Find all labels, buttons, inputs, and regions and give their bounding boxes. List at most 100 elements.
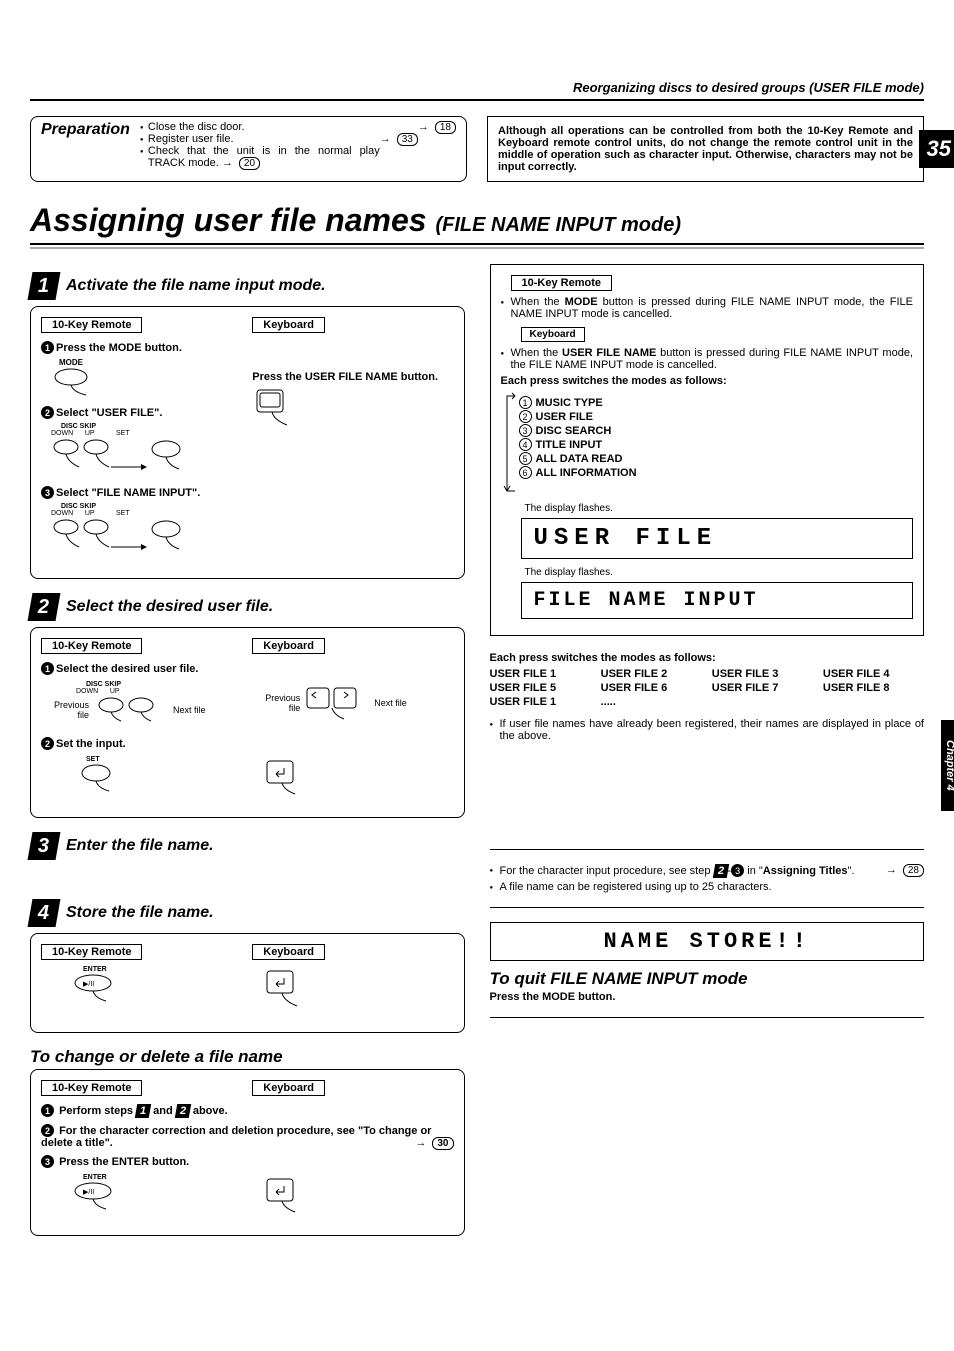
t: TITLE INPUT <box>536 439 603 451</box>
separator <box>490 849 925 850</box>
instr-text: Set the input. <box>56 738 126 750</box>
step3-note2: A file name can be registered using up t… <box>490 881 925 893</box>
enter-key-graphic <box>262 966 453 1014</box>
right-column: 10-Key Remote When the MODE button is pr… <box>490 264 925 1250</box>
t: ". <box>848 865 855 877</box>
step-4-title: Store the file name. <box>66 904 214 922</box>
ten-key-remote-label: 10-Key Remote <box>41 638 142 654</box>
mode-item: 3DISC SEARCH <box>519 424 637 437</box>
lcd-display: USER FILE <box>521 518 914 559</box>
prep-text: Check that the unit is in the normal pla… <box>148 145 380 169</box>
uf: USER FILE 7 <box>712 682 813 694</box>
set-label: SET <box>116 510 130 517</box>
preparation-box: Preparation Close the disc door.→18 Regi… <box>30 116 467 182</box>
step-2-title: Select the desired user file. <box>66 598 273 616</box>
up-label: UP <box>85 430 95 437</box>
up-label: UP <box>85 510 95 517</box>
step-number-icon: 2 <box>28 593 61 621</box>
ten-key-remote-label: 10-Key Remote <box>511 275 612 291</box>
next-file-label: Next file <box>173 705 206 715</box>
user-file-head: Each press switches the modes as follows… <box>490 652 925 664</box>
t: When the <box>511 347 563 359</box>
t: For the character correction and deletio… <box>41 1125 431 1149</box>
up-label: UP <box>110 688 120 695</box>
arrow-icon: → <box>222 157 233 169</box>
chapter-tab: Chapter 4 <box>941 720 954 811</box>
step-3-heading: 3 Enter the file name. <box>30 832 465 860</box>
next-file-label: Next file <box>374 698 407 708</box>
two-column-layout: 1 Activate the file name input mode. 10-… <box>30 264 924 1250</box>
top-row: Preparation Close the disc door.→18 Regi… <box>30 116 924 182</box>
mode-item: 1MUSIC TYPE <box>519 396 637 409</box>
step-number-icon: 1 <box>28 272 61 300</box>
instruction: 2Set the input. <box>41 737 454 750</box>
arrow-icon: → <box>415 1137 426 1149</box>
instruction: 1Press the MODE button. <box>41 341 242 354</box>
ten-key-remote-label: 10-Key Remote <box>41 1080 142 1096</box>
uf: USER FILE 8 <box>823 682 924 694</box>
switch-heading: Each press switches the modes as follows… <box>501 375 914 387</box>
disc-skip-label: DISC SKIP <box>61 423 96 430</box>
keyboard-label: Keyboard <box>521 327 585 342</box>
down-label: DOWN <box>76 688 98 695</box>
mode-item: 5ALL DATA READ <box>519 452 637 465</box>
title-underline <box>30 243 924 249</box>
step-number-icon: 4 <box>28 899 61 927</box>
page-header: Reorganizing discs to desired groups (US… <box>30 80 924 101</box>
key-arrows-graphic: Previous file Next file <box>262 681 453 725</box>
prev-file-label: Previous file <box>51 700 89 720</box>
step-2-box: 10-Key Remote Keyboard 1Select the desir… <box>30 627 465 818</box>
instruction: 3Select "FILE NAME INPUT". <box>41 486 242 499</box>
keyboard-label: Keyboard <box>252 638 325 654</box>
step-1-box: 10-Key Remote 1Press the MODE button. MO… <box>30 306 465 579</box>
t: ALL INFORMATION <box>536 467 637 479</box>
instruction: 1 Perform steps 1 and 2 above. <box>41 1104 454 1118</box>
step-3-title: Enter the file name. <box>66 837 214 855</box>
mode-item: 6ALL INFORMATION <box>519 466 637 479</box>
keyboard-label: Keyboard <box>252 1080 325 1096</box>
prep-text: Register user file. <box>148 133 234 145</box>
uf: USER FILE 2 <box>601 668 702 680</box>
enter-key-graphic <box>262 1174 453 1217</box>
arrow-icon: → <box>418 121 429 133</box>
quit-body: Press the MODE button. <box>490 991 925 1003</box>
flash-note: The display flashes. <box>525 567 914 578</box>
page-number: 35 <box>919 130 954 168</box>
t: For the character input procedure, see s… <box>500 865 714 877</box>
mode-list: 1MUSIC TYPE 2USER FILE 3DISC SEARCH 4TIT… <box>519 395 637 497</box>
user-file-grid: USER FILE 1 USER FILE 2 USER FILE 3 USER… <box>490 668 925 708</box>
t: DISC SEARCH <box>536 425 612 437</box>
page-ref: 30 <box>432 1137 453 1150</box>
keyboard-label: Keyboard <box>252 944 325 960</box>
user-file-block: Each press switches the modes as follows… <box>490 652 925 708</box>
disc-skip-graphic: DISC SKIP DOWN UP SET <box>51 423 242 480</box>
enter-label: ENTER <box>83 1174 242 1181</box>
ten-key-remote-label: 10-Key Remote <box>41 317 142 333</box>
down-label: DOWN <box>51 510 73 517</box>
prep-item: Check that the unit is in the normal pla… <box>140 145 456 170</box>
mode-label: MODE <box>51 358 91 367</box>
note: When the MODE button is pressed during F… <box>501 296 914 320</box>
prep-item: Register user file.→33 <box>140 133 456 145</box>
step3-note: For the character input procedure, see s… <box>490 864 925 878</box>
mode-item: 2USER FILE <box>519 410 637 423</box>
main-title-a: Assigning user file names <box>30 202 435 238</box>
set-label: SET <box>116 430 130 437</box>
t: above. <box>190 1105 228 1117</box>
note: When the USER FILE NAME button is presse… <box>501 347 914 371</box>
page-ref: 20 <box>239 157 260 170</box>
arrow-icon: → <box>380 133 391 145</box>
prep-text: Close the disc door. <box>148 121 245 133</box>
page-ref: 28 <box>903 864 924 877</box>
down-label: DOWN <box>51 430 73 437</box>
key-graphic <box>252 385 312 430</box>
instruction: 2Select "USER FILE". <box>41 406 242 419</box>
disc-skip-graphic: DISC SKIP DOWN UP Previous file Next fil… <box>51 681 242 725</box>
step-number-icon: 3 <box>28 832 61 860</box>
prev-file-label: Previous file <box>262 693 300 713</box>
disc-skip-graphic-2: DISC SKIP DOWN UP SET <box>51 503 242 560</box>
t: Perform steps <box>59 1105 136 1117</box>
step-4-heading: 4 Store the file name. <box>30 899 465 927</box>
preparation-title: Preparation <box>41 121 130 139</box>
warning-box: Although all operations can be controlle… <box>487 116 924 182</box>
